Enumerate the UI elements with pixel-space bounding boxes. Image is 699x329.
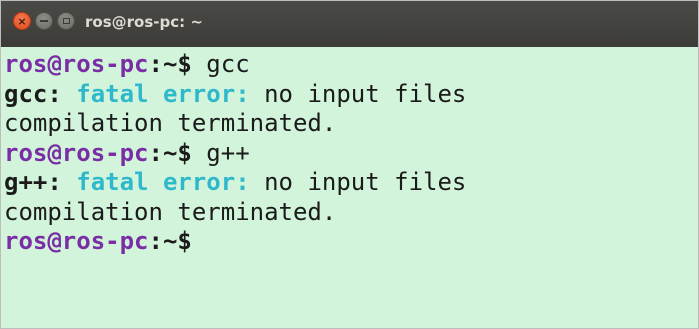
command-text: gcc: [191, 50, 250, 78]
terminal-line-prompt: ros@ros-pc:~$ g++: [4, 139, 698, 169]
prompt-path: :~$: [148, 138, 192, 167]
error-program: g++:: [4, 168, 62, 196]
error-message: no input files: [249, 168, 467, 196]
terminal-line-output: compilation terminated.: [4, 109, 698, 139]
terminal-line-prompt: ros@ros-pc:~$: [4, 227, 698, 257]
output-text: compilation terminated.: [4, 197, 337, 226]
prompt-user: ros@ros-pc: [4, 50, 149, 78]
error-message: no input files: [249, 79, 467, 108]
terminal-area[interactable]: ros@ros-pc:~$ gcc gcc: fatal error: no i…: [4, 50, 698, 328]
prompt-user: ros@ros-pc: [4, 138, 149, 167]
window-title: ros@ros-pc: ~: [85, 13, 203, 31]
title-bar[interactable]: × ros@ros-pc: ~: [1, 1, 698, 47]
command-text: g++: [191, 138, 250, 167]
prompt-user: ros@ros-pc: [4, 227, 149, 255]
terminal-line-output: compilation terminated.: [4, 198, 698, 228]
close-icon[interactable]: ×: [13, 12, 31, 30]
error-label: fatal error:: [61, 168, 250, 196]
terminal-line-error: g++: fatal error: no input files: [4, 168, 698, 198]
minimize-icon[interactable]: [35, 12, 53, 30]
error-program: gcc:: [4, 79, 62, 108]
error-label: fatal error:: [61, 79, 250, 108]
terminal-line-prompt: ros@ros-pc:~$ gcc: [4, 50, 698, 80]
prompt-path: :~$: [148, 50, 192, 78]
prompt-path: :~$: [148, 227, 192, 255]
terminal-line-error: gcc: fatal error: no input files: [4, 80, 698, 110]
terminal-window: × ros@ros-pc: ~ ros@ros-pc:~$ gcc gcc: f…: [0, 0, 699, 329]
output-text: compilation terminated.: [4, 109, 337, 137]
maximize-icon[interactable]: [57, 12, 75, 30]
